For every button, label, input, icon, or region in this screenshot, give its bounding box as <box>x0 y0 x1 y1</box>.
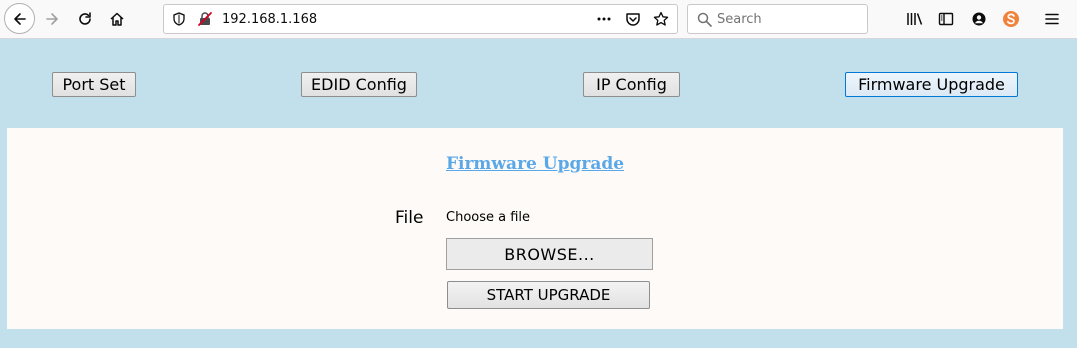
home-icon <box>110 12 124 26</box>
page-actions-icon[interactable] <box>596 11 612 27</box>
pocket-icon[interactable] <box>625 11 641 27</box>
hamburger-menu-icon <box>1045 13 1059 25</box>
file-status-text: Choose a file <box>446 210 531 225</box>
browse-button[interactable]: BROWSE... <box>446 238 653 270</box>
ip-config-button[interactable]: IP Config <box>583 72 680 97</box>
library-icon <box>907 13 923 25</box>
reload-button[interactable] <box>70 4 100 34</box>
url-text: 192.168.1.168 <box>222 12 318 27</box>
forward-arrow-icon <box>46 13 58 25</box>
bookmark-star-icon[interactable] <box>653 11 669 27</box>
forward-button[interactable] <box>37 4 67 34</box>
search-bar[interactable] <box>687 4 868 34</box>
start-upgrade-button[interactable]: START UPGRADE <box>447 281 650 309</box>
edid-config-button[interactable]: EDID Config <box>301 72 417 97</box>
search-icon <box>696 11 712 27</box>
port-set-button[interactable]: Port Set <box>52 72 136 97</box>
shield-icon[interactable] <box>171 11 187 27</box>
back-button[interactable] <box>4 3 35 34</box>
firmware-upgrade-button[interactable]: Firmware Upgrade <box>845 72 1018 97</box>
sidebar-button[interactable] <box>931 4 961 34</box>
page-scrollbar[interactable] <box>1069 39 1077 348</box>
back-arrow-icon <box>13 12 26 25</box>
reload-icon <box>79 12 91 25</box>
sidebar-icon <box>938 12 954 26</box>
extension-button[interactable] <box>996 4 1026 34</box>
account-button[interactable] <box>964 4 994 34</box>
panel-title[interactable]: Firmware Upgrade <box>7 154 1063 174</box>
firmware-upgrade-panel: Firmware Upgrade File Choose a file BROW… <box>7 128 1063 329</box>
url-bar[interactable]: 192.168.1.168 <box>163 4 678 34</box>
extension-s-icon <box>1003 11 1019 27</box>
library-button[interactable] <box>900 4 930 34</box>
search-input[interactable] <box>717 10 862 28</box>
browser-toolbar: 192.168.1.168 <box>0 0 1077 39</box>
account-icon <box>972 12 986 26</box>
file-label: File <box>395 208 424 228</box>
menu-button[interactable] <box>1037 4 1067 34</box>
home-button[interactable] <box>102 4 132 34</box>
insecure-lock-icon[interactable] <box>197 11 213 27</box>
